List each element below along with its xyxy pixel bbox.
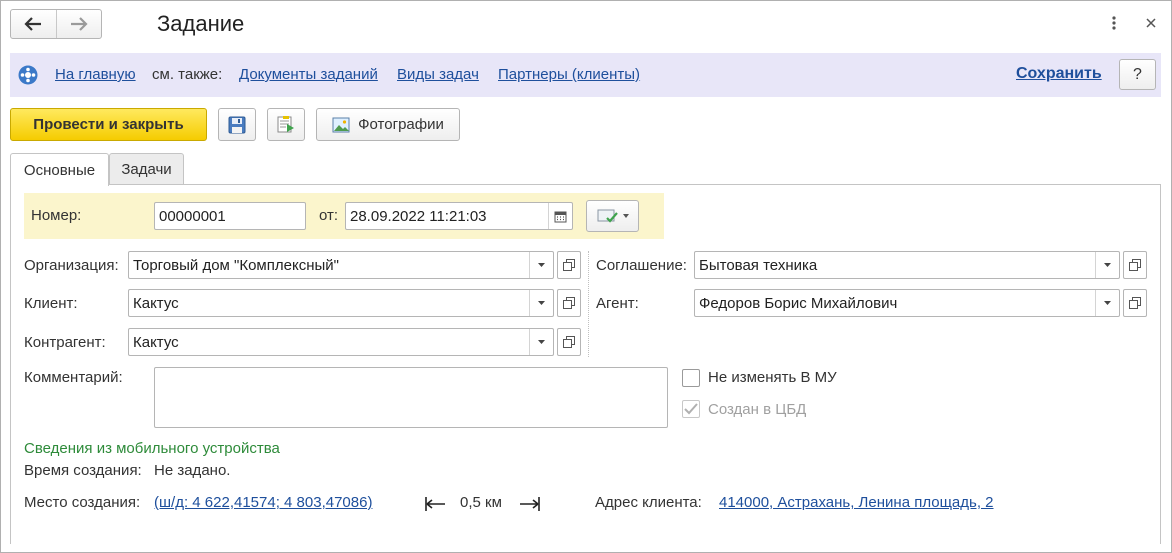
tab-main[interactable]: Основные bbox=[10, 153, 109, 186]
organization-label: Организация: bbox=[24, 257, 119, 274]
counterparty-label: Контрагент: bbox=[24, 334, 106, 351]
home-link[interactable]: На главную bbox=[55, 66, 136, 83]
picture-icon bbox=[332, 117, 350, 132]
agent-label: Агент: bbox=[596, 295, 639, 312]
creation-time-value: Не задано. bbox=[154, 462, 231, 479]
chevron-down-icon bbox=[1104, 301, 1111, 305]
checkmark-icon bbox=[684, 403, 698, 415]
created-cbd-label: Создан в ЦБД bbox=[708, 401, 807, 418]
organization-value: Торговый дом "Комплексный" bbox=[133, 256, 339, 274]
created-cbd-checkbox bbox=[682, 400, 700, 418]
window-title: Задание bbox=[157, 11, 245, 36]
creation-time-label: Время создания: bbox=[24, 462, 142, 479]
client-value: Кактус bbox=[133, 294, 179, 312]
creation-place-label: Место создания: bbox=[24, 494, 141, 511]
open-window-icon bbox=[563, 259, 575, 271]
open-window-icon bbox=[1129, 297, 1141, 309]
chevron-down-icon bbox=[538, 301, 545, 305]
counterparty-dropdown[interactable] bbox=[529, 329, 553, 355]
counterparty-value: Кактус bbox=[133, 333, 179, 351]
mobile-section-title: Сведения из мобильного устройства bbox=[24, 440, 280, 457]
date-value: 28.09.2022 11:21:03 bbox=[350, 207, 487, 225]
organization-field[interactable]: Торговый дом "Комплексный" bbox=[128, 251, 554, 279]
document-window: Задание На главную см. также: Документы … bbox=[0, 0, 1172, 553]
link-task-types[interactable]: Виды задач bbox=[397, 66, 479, 83]
client-address-label: Адрес клиента: bbox=[595, 494, 702, 511]
see-also-label: см. также: bbox=[152, 66, 223, 83]
agent-field[interactable]: Федоров Борис Михайлович bbox=[694, 289, 1120, 317]
close-button[interactable] bbox=[1142, 13, 1160, 33]
save-button[interactable] bbox=[218, 108, 256, 141]
counterparty-field[interactable]: Кактус bbox=[128, 328, 554, 356]
date-label: от: bbox=[319, 207, 339, 224]
post-document-icon bbox=[277, 115, 294, 132]
agent-open-button[interactable] bbox=[1123, 289, 1147, 317]
column-separator bbox=[588, 251, 589, 357]
link-task-documents[interactable]: Документы заданий bbox=[239, 66, 378, 83]
link-partners[interactable]: Партнеры (клиенты) bbox=[498, 66, 640, 83]
forward-button[interactable] bbox=[55, 10, 102, 38]
help-button[interactable]: ? bbox=[1119, 59, 1156, 90]
comment-textarea[interactable] bbox=[154, 367, 668, 428]
chevron-down-icon bbox=[538, 263, 545, 267]
agreement-open-button[interactable] bbox=[1123, 251, 1147, 279]
arrow-right-icon bbox=[70, 17, 88, 31]
client-open-button[interactable] bbox=[557, 289, 581, 317]
agreement-field[interactable]: Бытовая техника bbox=[694, 251, 1120, 279]
distance-right-icon bbox=[520, 497, 540, 511]
calendar-icon bbox=[554, 211, 567, 222]
status-check-icon bbox=[597, 209, 618, 223]
no-change-label: Не изменять В МУ bbox=[708, 369, 837, 386]
chevron-down-icon bbox=[1104, 263, 1111, 267]
counterparty-open-button[interactable] bbox=[557, 328, 581, 356]
date-input[interactable]: 28.09.2022 11:21:03 bbox=[345, 202, 573, 230]
save-link[interactable]: Сохранить bbox=[1016, 65, 1102, 83]
status-dropdown-button[interactable] bbox=[586, 200, 639, 232]
calendar-button[interactable] bbox=[548, 203, 572, 229]
client-dropdown[interactable] bbox=[529, 290, 553, 316]
agreement-value: Бытовая техника bbox=[699, 256, 818, 274]
chevron-down-icon bbox=[622, 214, 629, 218]
comment-label: Комментарий: bbox=[24, 369, 123, 386]
open-window-icon bbox=[563, 336, 575, 348]
more-button[interactable] bbox=[1105, 13, 1123, 33]
agreement-label: Соглашение: bbox=[596, 257, 687, 274]
no-change-checkbox[interactable] bbox=[682, 369, 700, 387]
more-vertical-icon bbox=[1112, 16, 1116, 30]
close-icon bbox=[1146, 18, 1156, 28]
home-logo-icon[interactable] bbox=[18, 65, 38, 85]
tab-tasks[interactable]: Задачи bbox=[109, 153, 184, 185]
number-label: Номер: bbox=[31, 207, 82, 224]
photos-button[interactable]: Фотографии bbox=[316, 108, 460, 141]
open-window-icon bbox=[563, 297, 575, 309]
agreement-dropdown[interactable] bbox=[1095, 252, 1119, 278]
open-window-icon bbox=[1129, 259, 1141, 271]
organization-dropdown[interactable] bbox=[529, 252, 553, 278]
post-and-close-button[interactable]: Провести и закрыть bbox=[10, 108, 207, 141]
back-button[interactable] bbox=[11, 10, 56, 38]
agent-value: Федоров Борис Михайлович bbox=[699, 294, 898, 312]
distance-left-icon bbox=[425, 497, 445, 511]
client-address-link[interactable]: 414000, Астрахань, Ленина площадь, 2 bbox=[719, 494, 994, 511]
photos-button-label: Фотографии bbox=[358, 116, 444, 133]
post-button[interactable] bbox=[267, 108, 305, 141]
agent-dropdown[interactable] bbox=[1095, 290, 1119, 316]
creation-place-link[interactable]: (ш/д: 4 622,41574; 4 803,47086) bbox=[154, 494, 372, 511]
distance-value: 0,5 км bbox=[460, 494, 502, 511]
arrow-left-icon bbox=[24, 17, 42, 31]
chevron-down-icon bbox=[538, 340, 545, 344]
client-label: Клиент: bbox=[24, 295, 78, 312]
floppy-disk-icon bbox=[228, 116, 246, 133]
number-input[interactable]: 00000001 bbox=[154, 202, 306, 230]
history-nav bbox=[10, 9, 102, 39]
organization-open-button[interactable] bbox=[557, 251, 581, 279]
client-field[interactable]: Кактус bbox=[128, 289, 554, 317]
